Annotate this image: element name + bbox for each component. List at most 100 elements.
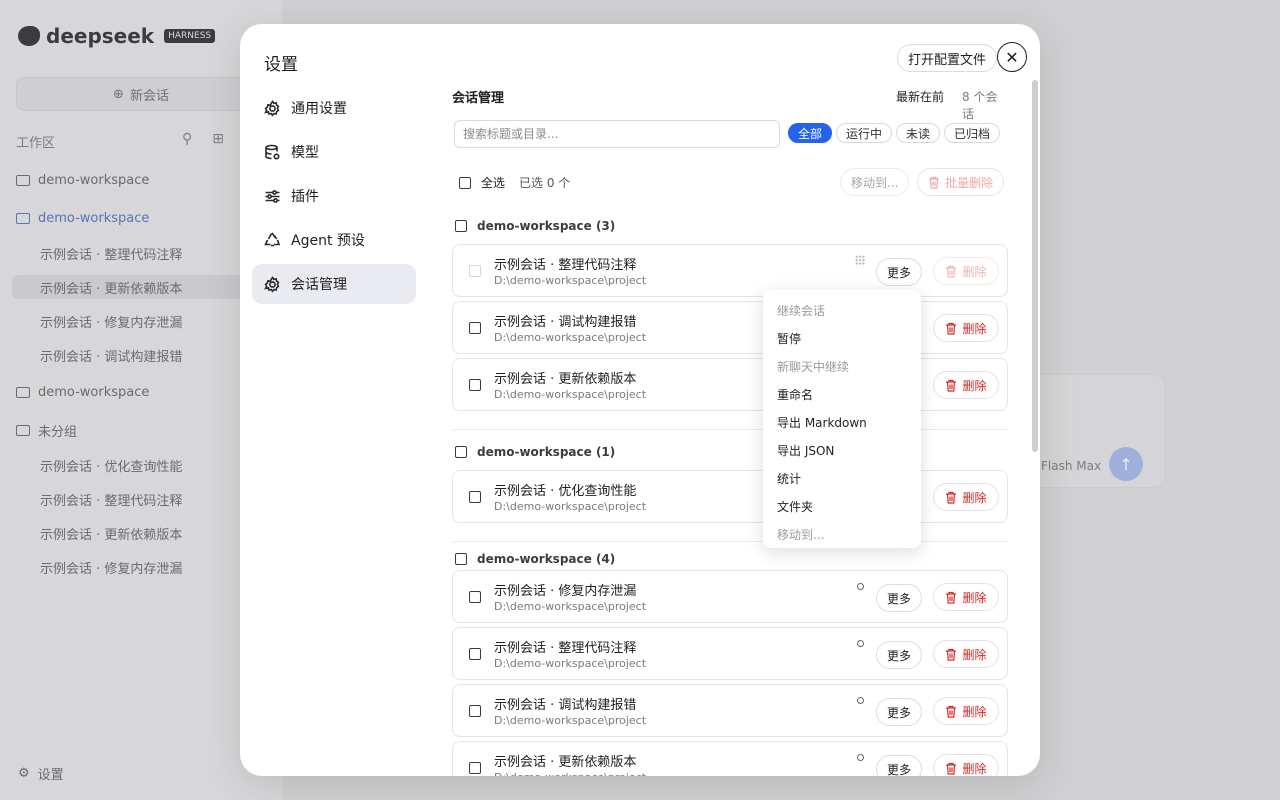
nav-item-label: 通用设置 (291, 101, 347, 117)
session-title: 示例会话 · 更新依赖版本 (494, 755, 637, 770)
filter-chip[interactable]: 未读 (896, 123, 941, 143)
delete-button[interactable]: 删除 (933, 640, 999, 668)
session-checkbox[interactable] (469, 322, 481, 334)
gear-icon: ⚙ (18, 766, 30, 781)
sidebar-item-label: 示例会话 · 更新依赖版本 (40, 527, 183, 543)
modal-scrollbar[interactable] (1032, 80, 1038, 452)
filter-chip[interactable]: 运行中 (836, 123, 893, 143)
context-menu-item[interactable]: 导出 Markdown (763, 408, 921, 436)
session-card[interactable]: 示例会话 · 优化查询性能 D:\demo-workspace\project 删除 (452, 470, 1008, 523)
session-path: D:\demo-workspace\project (494, 500, 647, 513)
delete-button[interactable]: 删除 (933, 697, 999, 725)
session-card[interactable]: 示例会话 · 整理代码注释 D:\demo-workspace\project 更多… (452, 244, 1008, 297)
sidebar-session-item[interactable]: 示例会话 · 整理代码注释2h (40, 241, 266, 265)
sidebar-workspace-item[interactable]: demo-workspace (16, 168, 266, 192)
bulk-delete-label: 批量删除 (945, 175, 994, 190)
sidebar-item-label: demo-workspace (38, 384, 150, 400)
session-path: D:\demo-workspace\project (494, 771, 646, 776)
session-checkbox[interactable] (469, 379, 481, 391)
trash-icon (946, 762, 957, 775)
workspace-label: 工作区 (16, 136, 56, 151)
trash-icon (929, 176, 939, 189)
nav-item-sessions[interactable]: 会话管理 (252, 264, 416, 304)
group-checkbox[interactable] (455, 553, 467, 565)
delete-button[interactable]: 删除 (933, 583, 999, 611)
more-button[interactable]: 更多 (876, 755, 922, 776)
session-card[interactable]: 示例会话 · 整理代码注释 D:\demo-workspace\project 更多… (452, 627, 1008, 680)
session-checkbox[interactable] (469, 591, 481, 603)
delete-button[interactable]: 删除 (933, 483, 999, 511)
context-menu-item[interactable]: 文件夹 (763, 492, 921, 520)
session-search-input[interactable] (454, 120, 780, 148)
add-folder-icon[interactable]: ⊞ (212, 131, 224, 147)
sidebar-item-label: 示例会话 · 调试构建报错 (40, 349, 183, 365)
session-checkbox[interactable] (469, 491, 481, 503)
status-dot-icon (857, 583, 864, 590)
sidebar-workspace-item[interactable]: demo-workspace (16, 206, 266, 230)
search-icon[interactable]: ⚲ (182, 131, 192, 147)
drag-handle-icon[interactable] (855, 255, 865, 265)
delete-button[interactable]: 删除 (933, 257, 999, 285)
folder-icon (16, 424, 30, 436)
context-menu-item[interactable]: 重命名 (763, 380, 921, 408)
sidebar-session-item[interactable]: 示例会话 · 修复内存泄漏 (40, 555, 266, 579)
session-checkbox[interactable] (469, 705, 481, 717)
folder-icon (16, 174, 30, 186)
trash-icon (946, 491, 957, 504)
session-card[interactable]: 示例会话 · 更新依赖版本D:\demo-workspace\project 更多… (452, 741, 1008, 776)
group-checkbox[interactable] (455, 446, 467, 458)
sort-toggle[interactable]: 最新在前 (896, 88, 944, 105)
session-card[interactable]: 示例会话 · 修复内存泄漏 D:\demo-workspace\project 更多… (452, 570, 1008, 623)
send-arrow-icon[interactable]: ↑ (1109, 447, 1143, 481)
select-all-checkbox[interactable] (459, 176, 471, 189)
session-title: 示例会话 · 整理代码注释 (494, 641, 637, 656)
logo-badge: HARNESS (164, 29, 216, 43)
delete-button[interactable]: 删除 (933, 314, 999, 342)
sidebar-session-item[interactable]: 示例会话 · 调试构建报错4d (40, 343, 266, 367)
new-chat-button[interactable]: ⊕ 新会话 (16, 77, 266, 111)
session-checkbox[interactable] (469, 648, 481, 660)
context-menu-item[interactable]: 导出 JSON (763, 436, 921, 464)
delete-label: 删除 (962, 704, 987, 719)
session-count: 8 个会话 (962, 90, 998, 121)
sidebar-session-item[interactable]: 示例会话 · 修复内存泄漏1d (40, 309, 266, 333)
session-card[interactable]: 示例会话 · 调试构建报错 D:\demo-workspace\project 删除 (452, 301, 1008, 354)
session-checkbox[interactable] (469, 265, 481, 277)
move-to-button[interactable]: 移动到... (840, 168, 910, 196)
sidebar-session-item[interactable]: 示例会话 · 优化查询性能1w (40, 453, 266, 477)
select-all-label[interactable]: 全选 (481, 174, 505, 191)
group-title: demo-workspace (1) (477, 445, 616, 459)
sidebar-workspace-item[interactable]: 未分组 (16, 418, 266, 442)
sidebar-session-item[interactable]: 示例会话 · 更新依赖版本 (40, 521, 266, 545)
sidebar-session-item[interactable]: 示例会话 · 整理代码注释 (40, 487, 266, 511)
sidebar-item-label: demo-workspace (38, 172, 150, 188)
filter-chip[interactable]: 已归档 (944, 123, 1001, 143)
more-button[interactable]: 更多 (876, 258, 922, 286)
filter-chip[interactable]: 全部 (788, 123, 833, 143)
model-selector[interactable]: Flash Max (1041, 459, 1101, 473)
nav-item-label: 模型 (291, 145, 319, 161)
selected-count: 已选 0 个 (519, 176, 571, 190)
session-card[interactable]: 示例会话 · 更新依赖版本 D:\demo-workspace\project 删除 (452, 358, 1008, 411)
more-button[interactable]: 更多 (876, 584, 922, 612)
delete-label: 删除 (962, 321, 987, 336)
sidebar-settings-button[interactable]: ⚙ 设置 (18, 764, 64, 783)
gear-icon (264, 275, 280, 293)
nav-item-model[interactable]: 模型 (252, 132, 416, 172)
session-card[interactable]: 示例会话 · 调试构建报错 D:\demo-workspace\project 更多… (452, 684, 1008, 737)
bulk-delete-button[interactable]: 批量删除 (917, 168, 1005, 196)
nav-item-general[interactable]: 通用设置 (252, 88, 416, 128)
delete-button[interactable]: 删除 (933, 371, 999, 399)
context-menu-item[interactable]: 统计 (763, 464, 921, 492)
context-menu-item[interactable]: 暂停 (763, 324, 921, 352)
delete-button[interactable]: 删除 (933, 754, 999, 776)
more-button[interactable]: 更多 (876, 698, 922, 726)
nav-item-plugins[interactable]: 插件 (252, 176, 416, 216)
folder-icon (16, 212, 30, 224)
trash-icon (946, 591, 957, 604)
group-checkbox[interactable] (455, 220, 467, 232)
session-checkbox[interactable] (469, 762, 481, 774)
sidebar-workspace-item[interactable]: demo-workspace (16, 380, 266, 404)
more-button[interactable]: 更多 (876, 641, 922, 669)
nav-item-agent-presets[interactable]: Agent 预设 (252, 220, 416, 260)
